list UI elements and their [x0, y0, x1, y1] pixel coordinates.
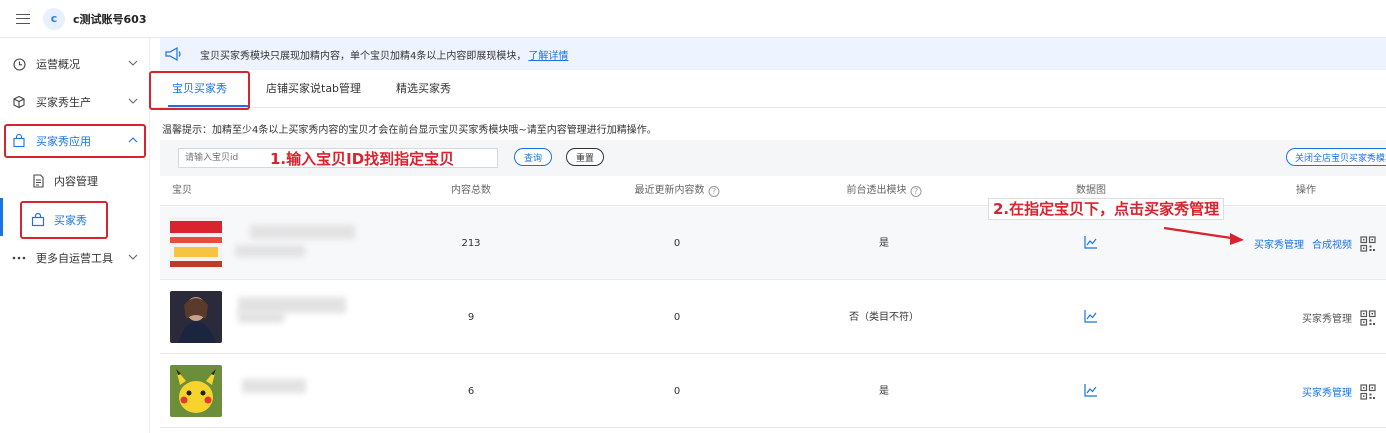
qr-code-icon[interactable] [1360, 235, 1376, 252]
annotation-step2: 2.在指定宝贝下，点击买家秀管理 [988, 198, 1225, 220]
blurred-title [242, 379, 306, 393]
megaphone-icon [165, 46, 181, 62]
module-status: 是 [879, 238, 889, 249]
sidebar-item-label: 运营概况 [36, 58, 80, 71]
sidebar-item-label: 买家秀 [54, 214, 87, 227]
total-count: 213 [461, 238, 481, 249]
close-all-module-button[interactable]: 关闭全店宝贝买家秀模块 [1286, 148, 1386, 166]
chart-icon[interactable] [1084, 235, 1098, 249]
sidebar-item-label: 更多自运营工具 [36, 252, 113, 265]
sidebar-item-label: 内容管理 [54, 175, 98, 188]
reset-button[interactable]: 重置 [566, 148, 604, 166]
table-row: 9 0 否（类目不符） 买家秀管理 [160, 281, 1386, 354]
sidebar-item-label: 买家秀应用 [36, 135, 91, 148]
item-id-input[interactable] [178, 148, 498, 168]
buyer-show-manage-link[interactable]: 买家秀管理 [1302, 384, 1352, 399]
buyer-show-manage-link[interactable]: 买家秀管理 [1302, 310, 1352, 325]
qr-code-icon[interactable] [1360, 309, 1376, 326]
sidebar-item-application[interactable]: 买家秀应用 [0, 122, 150, 160]
blurred-title [238, 311, 284, 323]
col-header-module: 前台透出模块? [847, 176, 922, 206]
table-row: 6 0 是 买家秀管理 [160, 355, 1386, 428]
notice-banner: 宝贝买家秀模块只展现加精内容，单个宝贝加精4条以上内容即展现模块， 了解详情 [160, 38, 1386, 70]
col-header-recent: 最近更新内容数? [635, 176, 720, 206]
chevron-down-icon [128, 59, 138, 69]
learn-more-link[interactable]: 了解详情 [528, 47, 568, 62]
chevron-down-icon [128, 97, 138, 107]
bag-icon [12, 134, 26, 148]
row-actions: 买家秀管理 合成视频 [1254, 207, 1376, 280]
product-thumbnail[interactable] [170, 365, 222, 417]
sidebar-item-more-tools[interactable]: 更多自运营工具 [0, 239, 150, 277]
recent-count: 0 [673, 238, 681, 249]
col-header-total: 内容总数 [451, 185, 491, 196]
sidebar: 运营概况 买家秀生产 买家秀应用 内容管理 买家秀 更多自运营工具 [0, 38, 150, 433]
sidebar-item-content-management[interactable]: 内容管理 [0, 162, 150, 200]
col-header-item: 宝贝 [172, 185, 192, 196]
tab-shop-buyer-say[interactable]: 店铺买家说tab管理 [266, 70, 361, 108]
chevron-down-icon [128, 253, 138, 263]
tab-featured[interactable]: 精选买家秀 [396, 70, 451, 108]
module-status: 是 [879, 386, 889, 397]
query-button[interactable]: 查询 [514, 148, 552, 166]
tab-active-underline [168, 105, 248, 107]
total-count: 9 [467, 312, 475, 323]
tab-bar: 宝贝买家秀 店铺买家说tab管理 精选买家秀 [150, 70, 1386, 108]
menu-toggle-icon[interactable] [16, 12, 30, 26]
chart-icon[interactable] [1084, 309, 1098, 323]
product-thumbnail[interactable] [170, 217, 222, 269]
more-icon [12, 251, 26, 265]
clock-icon [12, 57, 26, 71]
sidebar-item-production[interactable]: 买家秀生产 [0, 83, 150, 121]
chart-icon[interactable] [1084, 383, 1098, 397]
total-count: 6 [467, 386, 475, 397]
col-header-actions: 操作 [1296, 185, 1316, 196]
blurred-title [235, 245, 305, 257]
top-bar: c c测试账号603 [0, 0, 1386, 38]
shop-bag-icon [31, 213, 45, 227]
filter-bar: 1.输入宝贝ID找到指定宝贝 查询 重置 关闭全店宝贝买家秀模块 [160, 140, 1386, 176]
notice-text: 宝贝买家秀模块只展现加精内容，单个宝贝加精4条以上内容即展现模块， [200, 50, 527, 62]
sidebar-item-overview[interactable]: 运营概况 [0, 45, 150, 83]
help-icon[interactable]: ? [910, 185, 922, 197]
document-icon [31, 174, 45, 188]
tab-item-buyer-show[interactable]: 宝贝买家秀 [172, 70, 227, 108]
compose-video-link[interactable]: 合成视频 [1312, 236, 1352, 251]
product-thumbnail[interactable] [170, 291, 222, 343]
box-icon [12, 95, 26, 109]
recent-count: 0 [673, 312, 681, 323]
recent-count: 0 [673, 386, 681, 397]
avatar[interactable]: c [43, 7, 65, 30]
buyer-show-manage-link[interactable]: 买家秀管理 [1254, 236, 1304, 251]
row-actions: 买家秀管理 [1302, 281, 1376, 354]
sidebar-item-label: 买家秀生产 [36, 96, 91, 109]
sidebar-item-buyer-show[interactable]: 买家秀 [0, 201, 150, 239]
chevron-up-icon [128, 136, 138, 146]
qr-code-icon[interactable] [1360, 383, 1376, 400]
row-actions: 买家秀管理 [1302, 355, 1376, 428]
account-name: c测试账号603 [73, 12, 147, 26]
tip-text: 温馨提示：加精至少4条以上买家秀内容的宝贝才会在前台显示宝贝买家秀模块哦~请至内… [162, 125, 657, 136]
blurred-title [250, 225, 355, 239]
module-status: 否（类目不符） [849, 312, 919, 323]
help-icon[interactable]: ? [708, 185, 720, 197]
